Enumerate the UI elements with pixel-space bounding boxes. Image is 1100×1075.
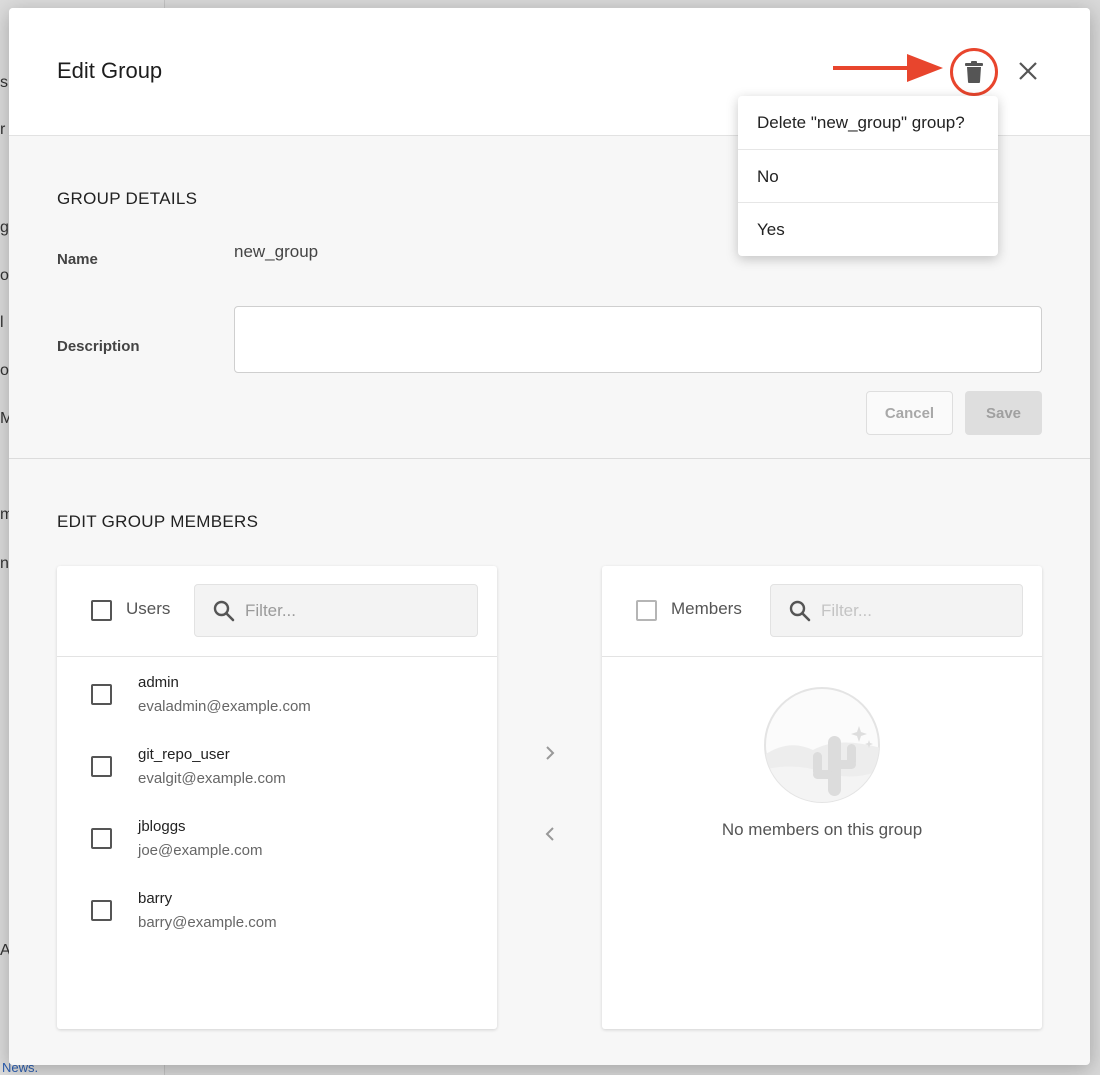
name-label: Name [57,251,98,268]
description-label: Description [57,338,140,355]
members-filter[interactable] [770,584,1023,637]
members-header-label: Members [671,599,742,618]
background-text: o [0,362,9,379]
user-row-admin[interactable]: admin evaladmin@example.com [57,666,497,738]
user-row-git-repo-user[interactable]: git_repo_user evalgit@example.com [57,738,497,810]
users-filter-input[interactable] [245,595,465,627]
user-email: joe@example.com [138,842,263,859]
users-filter[interactable] [194,584,478,637]
save-button[interactable]: Save [965,391,1042,435]
empty-cactus-icon [764,687,880,803]
user-checkbox[interactable] [91,828,112,849]
delete-confirm-question: Delete "new_group" group? [757,113,965,132]
empty-members-text: No members on this group [721,820,923,839]
user-name: jbloggs [138,818,186,835]
chevron-left-icon [545,827,554,841]
users-panel-header: Users [57,566,497,657]
delete-no-option[interactable]: No [738,149,998,202]
edit-members-heading: EDIT GROUP MEMBERS [57,512,259,531]
background-text: n [0,555,9,572]
delete-group-button[interactable] [950,48,998,96]
group-details-heading: GROUP DETAILS [57,189,198,208]
user-row-jbloggs[interactable]: jbloggs joe@example.com [57,810,497,882]
select-all-members-checkbox[interactable] [636,600,657,621]
close-button[interactable] [1013,56,1043,86]
background-text: s [0,74,8,91]
name-value: new_group [234,242,319,261]
search-icon [789,600,811,622]
users-header-label: Users [126,599,171,618]
users-panel: Users admin evaladmin@example.com git_re… [57,566,497,1029]
trash-icon [965,61,983,83]
user-name: git_repo_user [138,746,230,763]
search-icon [213,600,235,622]
user-email: evaladmin@example.com [138,698,311,715]
background-text: r [0,121,6,138]
delete-confirm-popover: Delete "new_group" group? No Yes [738,96,998,256]
background-text: l [0,314,4,331]
user-checkbox[interactable] [91,684,112,705]
user-name: admin [138,674,179,691]
members-panel: Members Filter... No members on this gro… [602,566,1042,1029]
edit-members-section: EDIT GROUP MEMBERS Users admin evaladmin… [9,459,1090,1065]
delete-yes-label: Yes [757,220,785,239]
description-input[interactable] [234,306,1042,373]
background-text: g [0,219,9,236]
select-all-users-checkbox[interactable] [91,600,112,621]
delete-no-label: No [757,167,779,186]
user-name: barry [138,890,173,907]
close-icon [1019,62,1037,80]
members-panel-header: Members [602,566,1042,657]
user-email: evalgit@example.com [138,770,286,787]
members-filter-input[interactable] [821,595,1011,627]
user-email: barry@example.com [138,914,277,931]
user-checkbox[interactable] [91,900,112,921]
remove-members-button[interactable] [538,822,562,846]
delete-yes-option[interactable]: Yes [738,202,998,255]
dialog-title: Edit Group [57,58,163,83]
chevron-right-icon [546,746,555,760]
background-text: o [0,267,9,284]
cancel-button[interactable]: Cancel [866,391,953,435]
user-checkbox[interactable] [91,756,112,777]
add-members-button[interactable] [538,741,562,765]
user-row-barry[interactable]: barry barry@example.com [57,882,497,954]
annotation-arrow-icon [833,54,943,82]
